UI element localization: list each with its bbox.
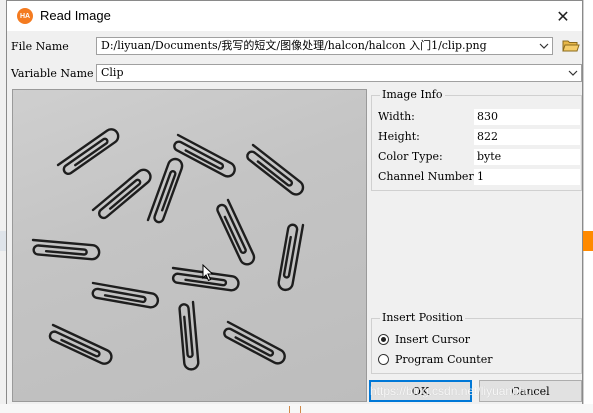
info-row-width: Width: 830 xyxy=(378,109,580,126)
file-name-value: D:/liyuan/Documents/我写的短文/图像处理/halcon/ha… xyxy=(101,39,487,52)
radio-program-counter[interactable]: Program Counter xyxy=(378,351,492,367)
variable-name-label: Variable Name xyxy=(11,67,94,80)
image-info-legend: Image Info xyxy=(380,88,445,101)
image-preview xyxy=(12,89,367,402)
window-title: Read Image xyxy=(40,8,111,23)
dropdown-arrow-icon[interactable] xyxy=(536,38,552,54)
insert-position-group: Insert Position Insert Cursor Program Co… xyxy=(371,311,582,374)
height-value: 822 xyxy=(474,129,580,145)
width-value: 830 xyxy=(474,109,580,125)
info-row-height: Height: 822 xyxy=(378,129,580,146)
radio-selected-icon[interactable] xyxy=(378,333,389,345)
mouse-pointer-icon xyxy=(202,264,214,282)
background-bottom-strip xyxy=(0,404,593,413)
file-name-label: File Name xyxy=(11,40,69,53)
width-label: Width: xyxy=(378,110,415,123)
dropdown-arrow-icon[interactable] xyxy=(565,65,581,81)
title-bar[interactable]: HA Read Image ✕ xyxy=(7,1,582,31)
height-label: Height: xyxy=(378,130,420,143)
folder-open-icon[interactable] xyxy=(560,36,581,55)
variable-name-combobox[interactable]: Clip xyxy=(96,64,582,82)
app-logo-icon: HA xyxy=(17,8,33,24)
radio-unselected-icon[interactable] xyxy=(378,353,389,365)
file-name-combobox[interactable]: D:/liyuan/Documents/我写的短文/图像处理/halcon/ha… xyxy=(96,37,553,55)
image-info-group: Image Info Width: 830 Height: 822 Color … xyxy=(371,88,582,191)
info-row-color-type: Color Type: byte xyxy=(378,149,580,166)
insert-position-legend: Insert Position xyxy=(380,311,466,324)
background-app-strip xyxy=(583,0,593,413)
background-app-orange-tab xyxy=(583,231,593,251)
channel-number-value: 1 xyxy=(474,169,580,185)
info-row-channel-number: Channel Number: 1 xyxy=(378,169,580,186)
program-counter-label: Program Counter xyxy=(395,352,493,366)
channel-number-label: Channel Number: xyxy=(378,170,478,183)
read-image-dialog: HA Read Image ✕ File Name D:/liyuan/Docu… xyxy=(6,0,583,413)
insert-cursor-label: Insert Cursor xyxy=(395,332,471,346)
radio-insert-cursor[interactable]: Insert Cursor xyxy=(378,331,470,347)
watermark-text: https://blog.csdn.net/liyuanbhu xyxy=(370,384,533,398)
color-type-value: byte xyxy=(474,149,580,165)
color-type-label: Color Type: xyxy=(378,150,443,163)
paper-clips-image xyxy=(30,125,307,372)
close-icon[interactable]: ✕ xyxy=(544,1,582,31)
variable-name-value: Clip xyxy=(101,66,124,79)
